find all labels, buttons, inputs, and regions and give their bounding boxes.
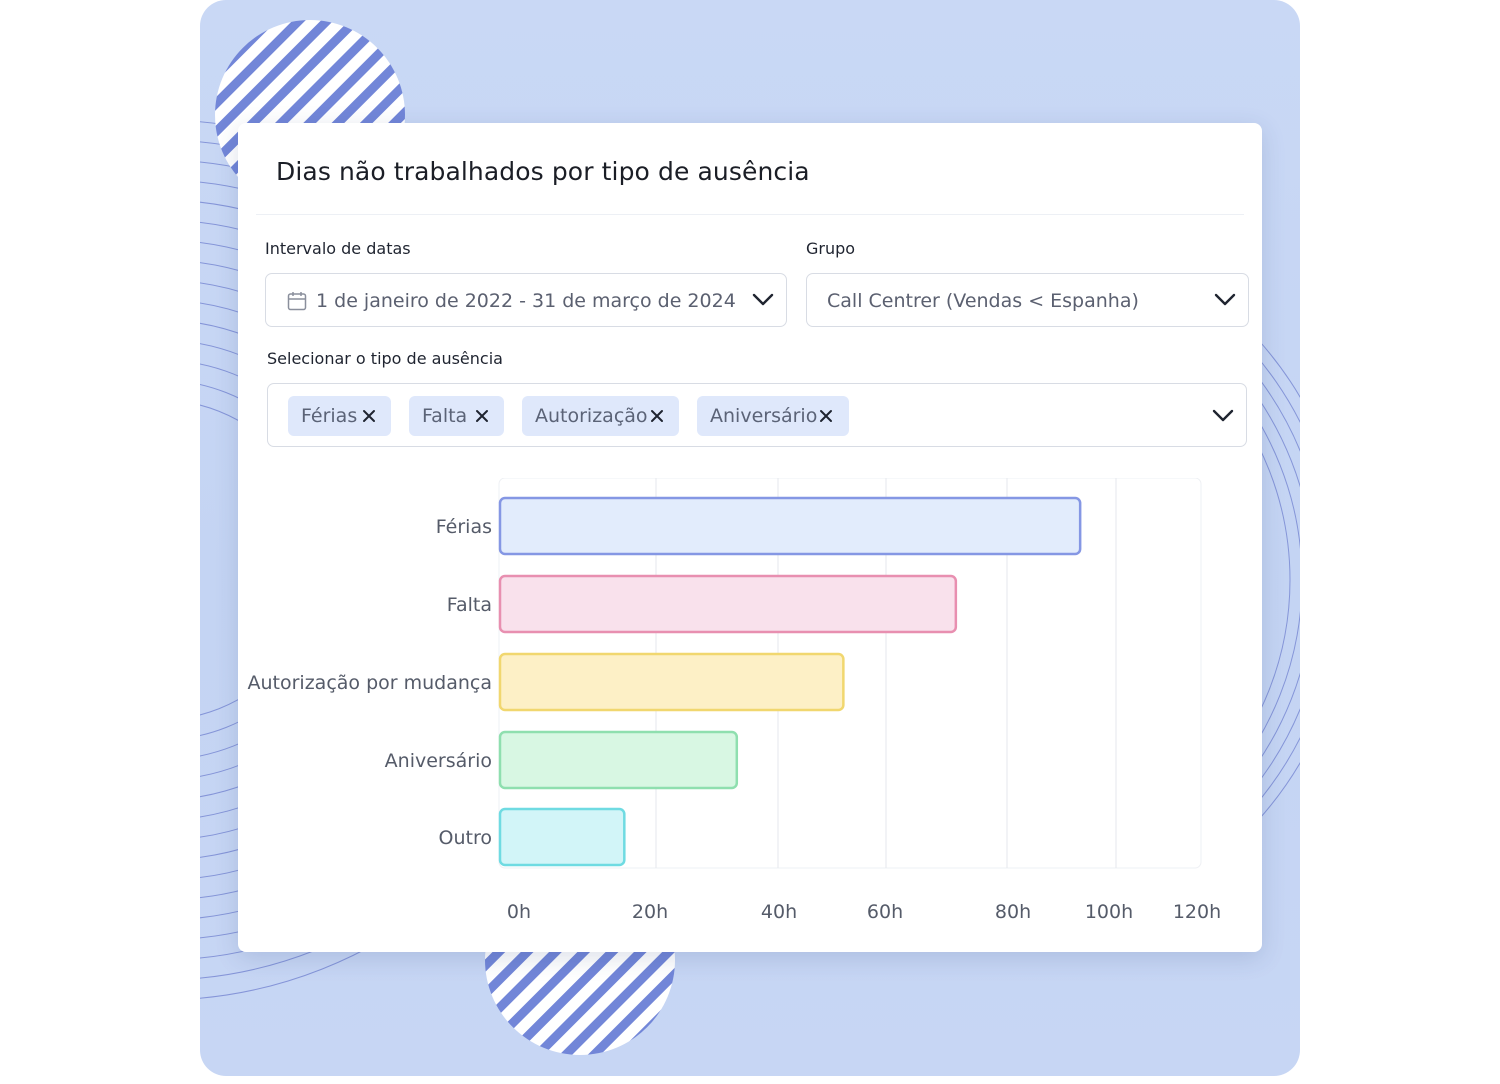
y-tick-label: Autorização por mudança [248, 672, 493, 694]
bar [498, 652, 845, 712]
x-tick-label: 20h [632, 901, 668, 923]
x-tick-label: 80h [995, 901, 1031, 923]
chip-aniversario: Aniversário [697, 396, 849, 436]
chip-autorizacao: Autorização [522, 396, 679, 436]
y-tick-label: Falta [447, 594, 492, 616]
x-tick-label: 100h [1085, 901, 1133, 923]
x-tick-label: 0h [507, 901, 531, 923]
absence-report-card: Dias não trabalhados por tipo de ausênci… [238, 123, 1262, 952]
date-range-value: 1 de janeiro de 2022 - 31 de março de 20… [316, 290, 736, 312]
chip-label: Férias [301, 405, 358, 427]
y-tick-label: Férias [436, 516, 492, 538]
close-icon[interactable] [819, 409, 833, 423]
x-tick-label: 120h [1173, 901, 1221, 923]
absence-bar-chart: Férias Falta Autorização por mudança Aniver… [248, 478, 1221, 923]
chip-ferias: Férias [288, 396, 391, 436]
close-icon[interactable] [650, 409, 664, 423]
chevron-down-icon [1212, 409, 1234, 422]
bar [498, 496, 1082, 556]
group-label: Grupo [806, 239, 856, 258]
x-tick-label: 60h [867, 901, 903, 923]
y-tick-label: Aniversário [385, 750, 492, 772]
group-select[interactable]: Call Centrer (Vendas < Espanha) [806, 273, 1249, 327]
absence-type-label: Selecionar o tipo de ausência [267, 349, 503, 368]
bar [498, 574, 958, 634]
chip-label: Aniversário [710, 405, 818, 427]
x-tick-label: 40h [761, 901, 797, 923]
absence-type-multiselect[interactable]: Férias Falta Autorização Aniversário [267, 383, 1247, 447]
close-icon[interactable] [475, 409, 489, 423]
close-icon[interactable] [362, 409, 376, 423]
chip-label: Falta [422, 405, 468, 427]
y-tick-label: Outro [439, 827, 492, 849]
chip-label: Autorização [535, 405, 648, 427]
date-range-select[interactable]: 1 de janeiro de 2022 - 31 de março de 20… [265, 273, 787, 327]
chevron-down-icon [1214, 293, 1236, 306]
date-range-label: Intervalo de datas [265, 239, 411, 258]
bar [498, 807, 626, 867]
bar [498, 730, 739, 790]
chevron-down-icon [752, 293, 774, 306]
group-value: Call Centrer (Vendas < Espanha) [827, 290, 1139, 312]
chip-falta: Falta [409, 396, 504, 436]
header-divider [256, 214, 1244, 215]
calendar-icon [287, 292, 307, 311]
card-title: Dias não trabalhados por tipo de ausênci… [276, 157, 810, 186]
